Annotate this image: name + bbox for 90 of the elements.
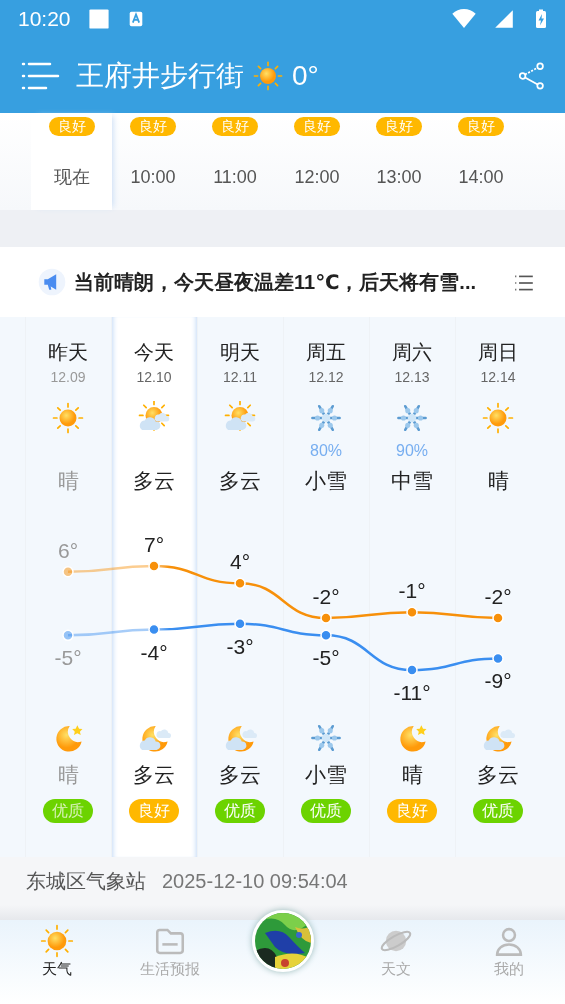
hour-item[interactable]: 良好 10:00 [112,113,194,210]
data-point [320,629,332,642]
day-name: 周五 [306,340,346,365]
aqi-badge: 良好 [294,117,340,136]
weather-label: 多云 [133,468,175,494]
sun-icon [51,401,85,435]
precipitation-chance: 80% [310,441,342,461]
temperature-label: -2° [312,585,340,608]
update-time: 2025-12-10 09:54:04 [162,869,348,894]
megaphone-icon [38,268,66,296]
weather-summary: 当前晴朗，今天昼夜温差11℃，后天将有雪... [74,270,478,295]
aqi-badge: 优质 [215,798,265,823]
weather-label: 中雪 [391,468,433,494]
sun-icon [39,924,74,958]
data-point [320,612,332,624]
data-point [234,577,246,590]
day-date: 12.12 [308,368,344,387]
weather-label: 小雪 [305,762,347,788]
weather-label: 晴 [57,468,79,494]
data-point [62,566,74,578]
nav-tab[interactable]: 天气 [0,920,113,981]
aqi-badge: 优质 [473,798,523,823]
precipitation-chance: 90% [396,441,428,461]
day-date: 12.14 [480,368,516,387]
sun-icon [481,401,515,435]
weather-label: 晴 [401,762,423,788]
day-column[interactable] [111,317,197,857]
day-name: 周六 [392,340,432,365]
temperature-label: -9° [484,669,512,693]
weather-label: 晴 [57,762,79,788]
hour-time: 10:00 [130,166,176,189]
data-point [406,606,418,618]
sun-icon [252,59,284,92]
hour-time: 14:00 [458,166,504,189]
day-date: 12.11 [223,368,257,387]
data-point [492,652,504,665]
weather-label: 多云 [219,468,261,494]
share-button[interactable] [517,61,545,90]
temperature-label: -4° [140,640,168,664]
hour-time: 12:00 [294,166,340,189]
aqi-badge: 优质 [301,798,351,823]
temperature-label: -1° [398,579,426,603]
day-name: 明天 [220,340,260,365]
weather-label: 晴 [487,468,509,494]
temperature-label: -5° [54,646,82,670]
aqi-badge: 良好 [458,117,504,136]
aqi-badge: 良好 [212,117,258,136]
data-point [234,618,246,630]
temperature-label: -11° [393,681,431,704]
hour-item[interactable]: 良好 13:00 [358,113,440,210]
aqi-badge: 良好 [387,798,437,823]
day-name: 昨天 [48,340,88,365]
day-date: 12.09 [50,368,86,387]
data-point [406,664,418,676]
signal-icon [493,8,515,30]
current-temperature: 0° [292,58,319,93]
temperature-label: -3° [226,634,254,658]
aqi-badge: 良好 [130,117,176,136]
aqi-badge: 优质 [43,798,93,823]
weather-label: 多云 [477,762,519,788]
day-date: 12.10 [136,368,172,387]
day-date: 12.13 [394,368,430,387]
hour-time: 11:00 [213,166,257,189]
hour-item[interactable]: 良好 11:00 [194,113,276,210]
hour-item[interactable]: 良好 12:00 [276,113,358,210]
share-icon [517,61,545,90]
data-point [492,612,504,624]
station-name: 东城区气象站 [26,869,146,894]
hour-item[interactable]: 良好 现在 [31,113,112,210]
weather-label: 小雪 [305,468,347,494]
data-point [148,560,160,572]
hour-time: 现在 [53,166,90,189]
temperature-label: 7° [143,533,165,556]
data-point [148,623,160,636]
weather-label: 多云 [219,762,261,788]
radar-button[interactable] [251,910,314,972]
temperature-label: -5° [312,646,340,670]
day-name: 今天 [134,340,174,365]
aqi-badge: 良好 [376,117,422,136]
temperature-label: 6° [57,538,79,562]
temperature-label: -2° [484,585,512,608]
temperature-label: 4° [229,550,251,574]
weather-label: 多云 [133,762,175,788]
day-name: 周日 [478,340,518,365]
hour-time: 13:00 [376,166,422,189]
data-point [62,629,74,642]
hour-item[interactable]: 良好 14:00 [440,113,522,210]
aqi-badge: 良好 [48,117,95,136]
notification-icon [86,7,111,31]
status-time: 10:20 [18,6,71,33]
